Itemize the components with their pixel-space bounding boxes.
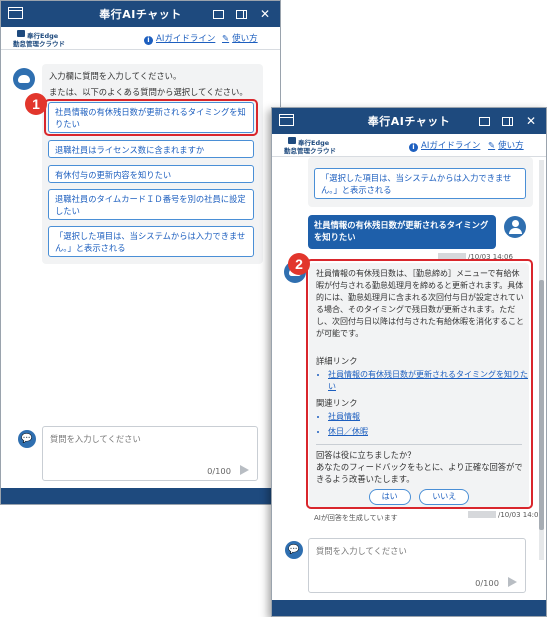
generating-note: AIが回答を生成しています [314, 514, 398, 522]
product-logo: 奉行Edge 勤怠管理クラウド [284, 137, 336, 155]
chat-window-answer: 奉行AIチャット ✕ 奉行Edge 勤怠管理クラウド i AIガイドライン ✎ 使い… [271, 107, 547, 617]
info-icon: i [144, 36, 153, 45]
title-bar: 奉行AIチャット ✕ [1, 1, 280, 27]
info-icon: i [409, 143, 418, 152]
send-icon[interactable] [240, 465, 249, 475]
chat-header: 奉行Edge 勤怠管理クラウド i AIガイドライン ✎ 使い方 [1, 27, 280, 50]
title-bar: 奉行AIチャット ✕ [272, 108, 546, 134]
question-input[interactable]: 質問を入力してください 0/100 [42, 426, 258, 481]
layout-icon[interactable] [499, 113, 515, 129]
footer-bar [272, 600, 546, 616]
close-icon[interactable]: ✕ [523, 113, 539, 129]
popout-icon[interactable] [210, 6, 226, 22]
highlight-frame-2 [306, 259, 533, 509]
scrollbar[interactable] [539, 160, 544, 560]
popout-icon[interactable] [476, 113, 492, 129]
product-logo: 奉行Edge 勤怠管理クラウド [13, 30, 65, 48]
question-input[interactable]: 質問を入力してください 0/100 [308, 538, 526, 593]
user-avatar [504, 216, 526, 238]
faq-item[interactable]: 「選択した項目は、当システムからは入力できません。」と表示される [314, 168, 526, 199]
answer-timestamp: /10/03 14:06 [468, 511, 543, 519]
faq-item[interactable]: 「選択した項目は、当システムからは入力できません。」と表示される [48, 226, 254, 257]
chat-header: 奉行Edge 勤怠管理クラウド i AIガイドライン ✎ 使い方 [272, 134, 546, 157]
highlight-frame-1 [44, 99, 258, 136]
scrollbar-thumb[interactable] [539, 280, 544, 530]
bot-avatar [13, 68, 35, 90]
chat-window-initial: 奉行AIチャット ✕ 奉行Edge 勤怠管理クラウド i AIガイドライン ✎ 使い… [0, 0, 281, 505]
step-badge-1: 1 [25, 93, 47, 115]
close-icon[interactable]: ✕ [257, 6, 273, 22]
step-badge-2: 2 [288, 253, 310, 275]
footer-bar [1, 488, 280, 504]
user-message-bubble: 社員情報の有休残日数が更新されるタイミングを知りたい [308, 215, 496, 249]
how-to-use-link[interactable]: ✎ 使い方 [488, 139, 524, 151]
chat-icon: 💬 [285, 541, 303, 559]
char-counter: 0/100 [475, 578, 499, 588]
layout-icon[interactable] [233, 6, 249, 22]
chat-icon: 💬 [18, 430, 36, 448]
how-to-use-link[interactable]: ✎ 使い方 [222, 32, 258, 44]
faq-item[interactable]: 退職社員のタイムカードＩＤ番号を別の社員に設定したい [48, 189, 254, 220]
greeting-line-1: 入力欄に質問を入力してください。 [49, 71, 182, 81]
pen-icon: ✎ [488, 141, 496, 151]
faq-item[interactable]: 退職社員はライセンス数に含まれますか [48, 140, 254, 158]
faq-item[interactable]: 有休付与の更新内容を知りたい [48, 165, 254, 183]
send-icon[interactable] [508, 577, 517, 587]
pen-icon: ✎ [222, 34, 230, 44]
ai-guideline-link[interactable]: i AIガイドライン [409, 139, 480, 152]
char-counter: 0/100 [207, 466, 231, 476]
ai-guideline-link[interactable]: i AIガイドライン [144, 32, 215, 45]
greeting-line-2: または、以下のよくある質問から選択してください。 [49, 87, 248, 97]
